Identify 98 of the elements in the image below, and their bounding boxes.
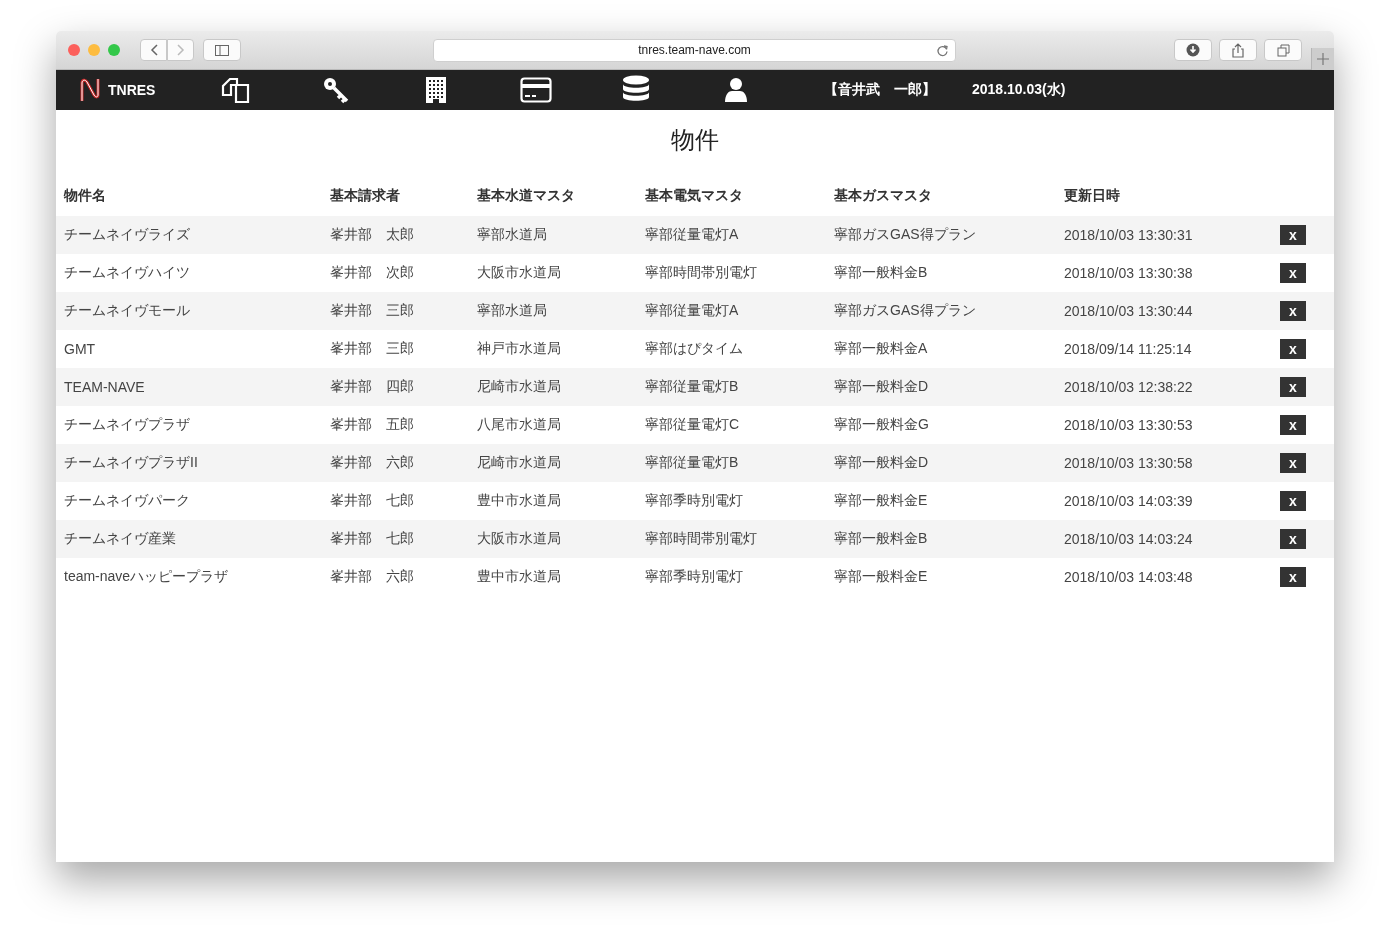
table-cell-text: 寧部従量電灯C [644, 415, 741, 434]
table-cell: 寧部ガスGAS得プラン [826, 292, 1056, 330]
table-cell: 尼崎市水道局 [469, 444, 637, 482]
table-cell-text: GMT [63, 340, 97, 359]
column-header: 物件名 [62, 186, 107, 205]
address-bar[interactable]: tnres.team-nave.com [433, 38, 956, 62]
table-cell: 2018/10/03 13:30:44 [1056, 292, 1272, 330]
delete-button[interactable]: x [1280, 453, 1306, 473]
table-cell: チームネイヴモール [56, 292, 322, 330]
table-cell: 峯井部 太郎 [322, 216, 469, 254]
sidebar-button[interactable] [203, 39, 241, 61]
table-cell-text: 豊中市水道局 [476, 567, 562, 586]
column-header: 基本水道マスタ [476, 186, 576, 205]
table-cell-text: team-naveハッピープラザ [63, 567, 230, 586]
table-cell: 2018/10/03 13:30:31 [1056, 216, 1272, 254]
delete-button[interactable]: x [1280, 263, 1306, 283]
chevron-left-icon [149, 44, 158, 56]
user-icon[interactable] [724, 77, 748, 103]
brand-name[interactable]: TNRES [108, 82, 156, 98]
chevron-right-icon [176, 44, 185, 56]
column-header: 基本ガスマスタ [833, 186, 933, 205]
table-cell: 尼崎市水道局 [469, 368, 637, 406]
table-cell: 2018/10/03 12:38:22 [1056, 368, 1272, 406]
page-title: 物件 [670, 125, 720, 155]
table-cell: チームネイヴライズ [56, 216, 322, 254]
tabs-icon [1276, 43, 1290, 57]
download-icon [1186, 43, 1200, 57]
table-cell-text: 2018/10/03 14:03:48 [1063, 568, 1194, 587]
table-cell: 峯井部 七郎 [322, 520, 469, 558]
table-cell: 寧部水道局 [469, 292, 637, 330]
table-cell: チームネイヴ産業 [56, 520, 322, 558]
documents-icon[interactable] [221, 76, 251, 104]
table-cell-text: チームネイヴパーク [63, 491, 191, 510]
table-cell: 2018/10/03 13:30:58 [1056, 444, 1272, 482]
share-icon [1232, 42, 1244, 58]
logo-icon[interactable] [78, 77, 102, 103]
table-cell: 寧部従量電灯A [637, 216, 826, 254]
table-cell-text: 2018/09/14 11:25:14 [1063, 340, 1193, 359]
table-cell-text: 峯井部 三郎 [329, 339, 415, 358]
table-cell: 寧部一般料金D [826, 444, 1056, 482]
user-name: 【音井武 一郎】 [824, 81, 936, 99]
table-cell-text: 寧部季時別電灯 [644, 567, 744, 586]
current-date: 2018.10.03(水) [972, 81, 1066, 99]
table-cell-text: チームネイヴプラザ [63, 415, 191, 434]
table-cell-text: 2018/10/03 14:03:39 [1063, 492, 1194, 511]
table-cell-text: 寧部一般料金E [833, 491, 929, 510]
plus-icon [1317, 53, 1329, 65]
table-cell-text: 大阪市水道局 [476, 263, 562, 282]
column-header: 基本請求者 [329, 186, 401, 205]
table-cell-text: 峯井部 六郎 [329, 567, 415, 586]
table-cell-text: 寧部一般料金G [833, 415, 930, 434]
table-cell-text: 寧部時間帯別電灯 [644, 263, 758, 282]
table-cell: 峯井部 六郎 [322, 444, 469, 482]
table-cell-text: 寧部はぴタイム [644, 339, 744, 358]
delete-button[interactable]: x [1280, 377, 1306, 397]
column-header: 基本電気マスタ [644, 186, 744, 205]
table-cell-text: 峯井部 次郎 [329, 263, 415, 282]
table-cell-text: 2018/10/03 13:30:53 [1063, 416, 1194, 435]
table-cell-text: 2018/10/03 13:30:38 [1063, 264, 1194, 283]
table-cell: 寧部一般料金B [826, 520, 1056, 558]
download-button[interactable] [1174, 39, 1212, 61]
table-cell-text: 峯井部 七郎 [329, 491, 415, 510]
delete-button[interactable]: x [1280, 491, 1306, 511]
column-header: 更新日時 [1063, 186, 1121, 205]
table-cell-text: 寧部一般料金E [833, 567, 929, 586]
table-cell: TEAM-NAVE [56, 368, 322, 406]
table-cell: 寧部時間帯別電灯 [637, 520, 826, 558]
table-cell: 寧部従量電灯A [637, 292, 826, 330]
table-cell: 2018/10/03 14:03:24 [1056, 520, 1272, 558]
table-cell: 寧部ガスGAS得プラン [826, 216, 1056, 254]
delete-button[interactable]: x [1280, 339, 1306, 359]
key-icon[interactable] [322, 76, 350, 104]
sidebar-icon [215, 44, 229, 56]
table-cell: 大阪市水道局 [469, 520, 637, 558]
reload-icon[interactable] [936, 43, 949, 57]
table-cell: 寧部従量電灯B [637, 444, 826, 482]
table-cell: 寧部従量電灯B [637, 368, 826, 406]
url-text: tnres.team-nave.com [638, 43, 751, 57]
table-cell-text: 豊中市水道局 [476, 491, 562, 510]
delete-button[interactable]: x [1280, 301, 1306, 321]
table-cell-text: 神戸市水道局 [476, 339, 562, 358]
table-cell-text: 寧部季時別電灯 [644, 491, 744, 510]
table-cell-text: 八尾市水道局 [476, 415, 562, 434]
table-cell: チームネイヴプラザII [56, 444, 322, 482]
table-cell-text: チームネイヴハイツ [63, 263, 191, 282]
building-icon[interactable] [425, 76, 447, 104]
delete-button[interactable]: x [1280, 225, 1306, 245]
delete-button[interactable]: x [1280, 415, 1306, 435]
table-cell-text: 峯井部 五郎 [329, 415, 415, 434]
table-cell: 峯井部 三郎 [322, 292, 469, 330]
credit-card-icon[interactable] [520, 77, 552, 103]
table-cell-text: 寧部一般料金A [833, 339, 929, 358]
table-cell: 寧部水道局 [469, 216, 637, 254]
table-cell: 峯井部 四郎 [322, 368, 469, 406]
delete-button[interactable]: x [1280, 529, 1306, 549]
delete-button[interactable]: x [1280, 567, 1306, 587]
table-cell: 寧部一般料金D [826, 368, 1056, 406]
table-cell-text: 寧部一般料金B [833, 263, 929, 282]
